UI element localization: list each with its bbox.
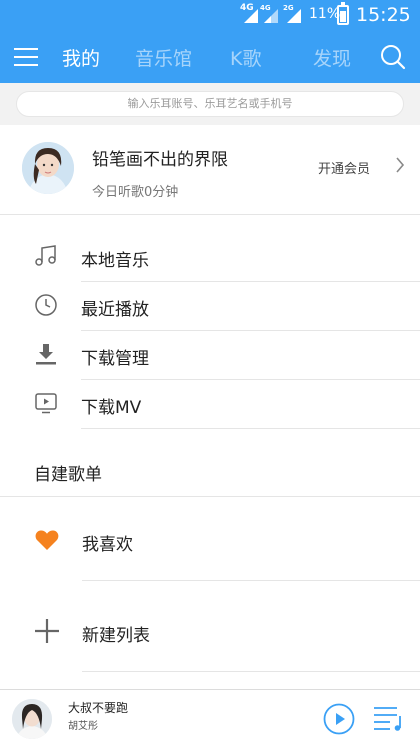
- tab-mine[interactable]: 我的: [62, 44, 100, 71]
- vip-button[interactable]: 开通会员: [318, 158, 370, 177]
- signal-icon: [287, 9, 301, 23]
- menu-item-label: 最近播放: [81, 300, 149, 320]
- signal-icon: [244, 9, 258, 23]
- username: 铅笔画不出的界限: [92, 150, 228, 170]
- music-note-icon: [35, 245, 56, 266]
- search-area: 输入乐耳账号、乐耳艺名或手机号: [0, 83, 420, 125]
- play-icon[interactable]: [323, 703, 355, 735]
- tab-karaoke[interactable]: K歌: [230, 44, 261, 71]
- download-icon: [36, 344, 56, 365]
- menu-item-label: 本地音乐: [81, 251, 149, 271]
- playlist-item-new-list[interactable]: 新建列表: [0, 588, 420, 672]
- plus-icon: [35, 619, 59, 643]
- playlist-item-label: 新建列表: [82, 626, 150, 646]
- menu-item-downloads[interactable]: 下载管理: [0, 331, 420, 380]
- listen-time: 今日听歌0分钟: [92, 185, 179, 200]
- battery-icon: [337, 2, 349, 25]
- avatar[interactable]: [22, 142, 74, 194]
- playlist-queue-icon[interactable]: [373, 704, 405, 732]
- profile-card[interactable]: 铅笔画不出的界限 今日听歌0分钟 开通会员: [0, 125, 420, 215]
- clock-icon: [35, 294, 57, 316]
- clock: 15:25: [356, 4, 411, 26]
- search-icon[interactable]: [380, 44, 406, 70]
- hamburger-menu-icon[interactable]: [14, 46, 38, 68]
- menu-item-label: 下载MV: [81, 398, 142, 418]
- top-nav: 我的 音乐馆 K歌 发现: [0, 30, 420, 83]
- section-title-my-playlists: 自建歌单: [34, 465, 102, 485]
- tab-discover[interactable]: 发现: [313, 44, 351, 71]
- mv-play-icon: [35, 393, 57, 414]
- heart-icon: [35, 530, 59, 550]
- status-bar: 4G 4G 2G 11% 15:25: [0, 0, 420, 30]
- playlist-item-favorites[interactable]: 我喜欢: [0, 497, 420, 581]
- mini-player[interactable]: 大叔不要跑 胡艾彤: [0, 689, 420, 747]
- divider: [82, 671, 420, 672]
- battery-percent: 11%: [309, 6, 341, 22]
- artist-name: 胡艾彤: [68, 721, 98, 732]
- album-art[interactable]: [12, 699, 52, 739]
- menu-item-download-mv[interactable]: 下载MV: [0, 380, 420, 429]
- tab-music-hall[interactable]: 音乐馆: [135, 44, 192, 71]
- playlist-item-label: 我喜欢: [82, 535, 133, 555]
- signal-icon: [264, 9, 278, 23]
- divider: [81, 428, 420, 429]
- menu-item-label: 下载管理: [81, 349, 149, 369]
- menu-item-recent[interactable]: 最近播放: [0, 282, 420, 331]
- song-title: 大叔不要跑: [68, 701, 129, 715]
- search-input[interactable]: 输入乐耳账号、乐耳艺名或手机号: [16, 91, 404, 117]
- chevron-right-icon[interactable]: [395, 156, 405, 174]
- divider: [82, 580, 420, 581]
- menu-item-local-music[interactable]: 本地音乐: [0, 233, 420, 282]
